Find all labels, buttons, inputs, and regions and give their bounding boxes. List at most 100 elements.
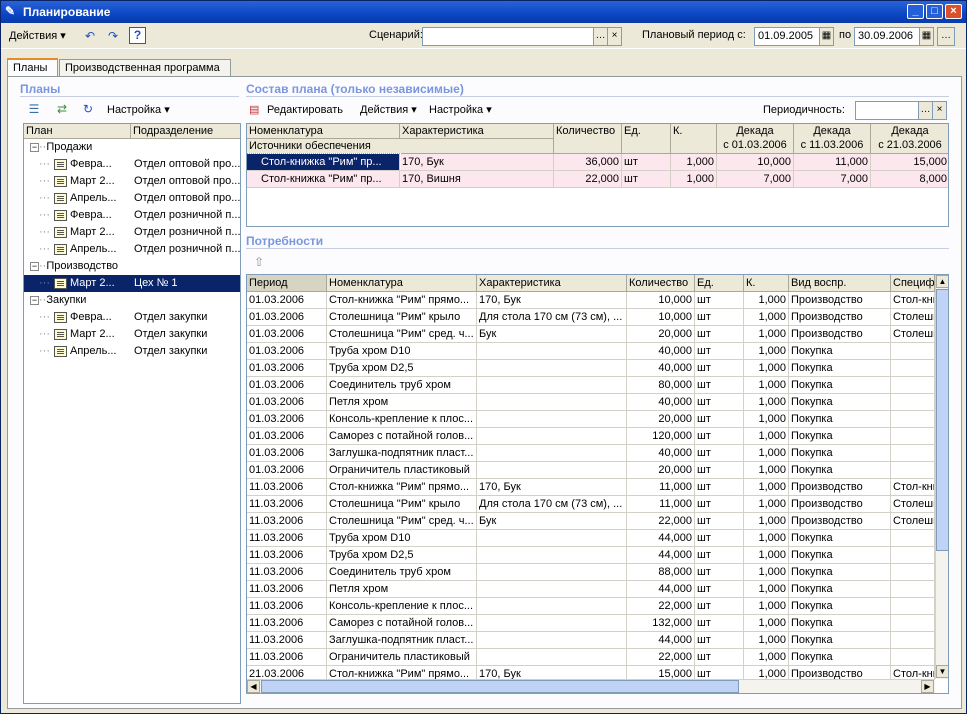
tree-group[interactable]: − ··Закупки: [24, 292, 240, 309]
needs-row[interactable]: 01.03.2006 Ограничитель пластиковый 20,000…: [247, 462, 935, 479]
composition-actions-menu[interactable]: Действия ▾: [357, 101, 420, 119]
refresh-icon[interactable]: ↻: [78, 99, 98, 119]
scroll-left-icon[interactable]: ◀: [247, 680, 260, 693]
needs-col-header[interactable]: Характеристика: [477, 275, 627, 292]
add-icon[interactable]: ☰: [24, 99, 44, 119]
needs-col-header[interactable]: Ед.: [695, 275, 744, 292]
col-k-header[interactable]: К.: [671, 124, 717, 154]
needs-horizontal-scrollbar[interactable]: ◀ ▶: [247, 679, 935, 693]
needs-row[interactable]: 11.03.2006 Столешница "Рим" крыло Для стол…: [247, 496, 935, 513]
period-to-input[interactable]: 30.09.2006: [854, 27, 920, 46]
col-decade-3-header[interactable]: Декада с 21.03.2006: [871, 124, 948, 154]
period-from-input[interactable]: 01.09.2005: [754, 27, 820, 46]
calendar-icon[interactable]: ▦: [919, 27, 934, 46]
needs-col-header[interactable]: Вид воспр.: [789, 275, 891, 292]
needs-row[interactable]: 11.03.2006 Заглушка-подпятник пласт... 44,…: [247, 632, 935, 649]
tab-production-program[interactable]: Производственная программа: [59, 59, 231, 76]
col-nomenclature-header[interactable]: Номенклатура: [247, 124, 400, 139]
close-button[interactable]: ×: [945, 4, 962, 19]
needs-col-header[interactable]: Специф: [891, 275, 935, 292]
tree-group[interactable]: − ··Производство: [24, 258, 240, 275]
actions-menu[interactable]: Действия ▾: [6, 27, 69, 45]
tree-connector: ···: [39, 226, 50, 238]
undo-icon[interactable]: ↶: [80, 26, 100, 46]
needs-row[interactable]: 01.03.2006 Столешница "Рим" сред. ч... Бук…: [247, 326, 935, 343]
minimize-button[interactable]: _: [907, 4, 924, 19]
tree-item[interactable]: ··· Февра... Отдел закупки: [24, 309, 240, 326]
col-sources-header[interactable]: Источники обеспечения: [247, 139, 554, 154]
scroll-down-icon[interactable]: ▼: [936, 665, 948, 678]
hscroll-thumb[interactable]: [261, 680, 739, 693]
needs-row[interactable]: 01.03.2006 Соединитель труб хром 80,000 шт 1…: [247, 377, 935, 394]
tree-item[interactable]: ··· Февра... Отдел розничной п...: [24, 207, 240, 224]
tree-item[interactable]: ··· Февра... Отдел оптовой про...: [24, 156, 240, 173]
needs-row[interactable]: 01.03.2006 Саморез с потайной голов... 120…: [247, 428, 935, 445]
edit-button[interactable]: ▤ Редактировать: [249, 101, 346, 119]
needs-row[interactable]: 11.03.2006 Столешница "Рим" сред. ч... Бук…: [247, 513, 935, 530]
composition-row[interactable]: Стол-книжка "Рим" пр... 170, Бук 36,000 шт 1…: [247, 153, 948, 172]
needs-col-header[interactable]: Номенклатура: [327, 275, 477, 292]
periodicity-input[interactable]: [855, 101, 919, 120]
col-dept-header[interactable]: Подразделение: [131, 124, 240, 139]
needs-row[interactable]: 11.03.2006 Петля хром 44,000 шт 1,000 Покупка: [247, 581, 935, 598]
needs-row[interactable]: 11.03.2006 Стол-книжка "Рим" прямо... 170,…: [247, 479, 935, 496]
composition-row[interactable]: Стол-книжка "Рим" пр... 170, Вишня 22,000 ш…: [247, 171, 948, 188]
period-select-button[interactable]: …: [937, 27, 955, 46]
composition-settings-menu[interactable]: Настройка ▾: [426, 101, 495, 119]
composition-table[interactable]: Номенклатура Источники обеспечения Харак…: [246, 123, 949, 227]
collapse-icon[interactable]: −: [30, 295, 39, 305]
filter-icon[interactable]: ⇧: [249, 252, 269, 272]
needs-row[interactable]: 01.03.2006 Труба хром D2,5 40,000 шт 1,000 По…: [247, 360, 935, 377]
needs-row[interactable]: 11.03.2006 Консоль-крепление к плос... 22,…: [247, 598, 935, 615]
col-decade-1-header[interactable]: Декада с 01.03.2006: [717, 124, 794, 154]
calendar-icon[interactable]: ▦: [819, 27, 834, 46]
needs-row[interactable]: 01.03.2006 Петля хром 40,000 шт 1,000 Покупка: [247, 394, 935, 411]
plans-settings-menu[interactable]: Настройка ▾: [104, 101, 173, 119]
plans-tree[interactable]: План Подразделение − ··Продажи ··· Февра...…: [23, 123, 241, 704]
tree-item[interactable]: ··· Апрель... Отдел оптовой про...: [24, 190, 240, 207]
tree-item[interactable]: ··· Март 2... Цех № 1: [24, 275, 240, 292]
tree-item[interactable]: ··· Март 2... Отдел розничной п...: [24, 224, 240, 241]
scroll-up-icon[interactable]: ▲: [936, 275, 948, 288]
needs-row[interactable]: 11.03.2006 Соединитель труб хром 88,000 шт 1…: [247, 564, 935, 581]
periodicity-clear-button[interactable]: ×: [932, 101, 947, 120]
scenario-clear-button[interactable]: ×: [607, 27, 622, 46]
help-button[interactable]: ?: [129, 27, 146, 44]
scenario-select-button[interactable]: …: [593, 27, 608, 46]
needs-table[interactable]: Период Номенклатура Характеристика Количест…: [246, 274, 949, 694]
col-quantity-header[interactable]: Количество: [554, 124, 622, 154]
needs-col-header[interactable]: К.: [744, 275, 789, 292]
needs-col-header[interactable]: Период: [247, 275, 327, 292]
needs-row[interactable]: 11.03.2006 Ограничитель пластиковый 22,000…: [247, 649, 935, 666]
redo-icon[interactable]: ↷: [103, 26, 123, 46]
title-bar[interactable]: ✎ Планирование _ □ ×: [1, 1, 966, 23]
collapse-icon[interactable]: −: [30, 261, 39, 271]
needs-row[interactable]: 01.03.2006 Труба хром D10 40,000 шт 1,000 Пок…: [247, 343, 935, 360]
tree-group[interactable]: − ··Продажи: [24, 139, 240, 156]
needs-col-header[interactable]: Количество: [627, 275, 695, 292]
collapse-icon[interactable]: −: [30, 142, 39, 152]
needs-row[interactable]: 01.03.2006 Консоль-крепление к плос... 20,…: [247, 411, 935, 428]
needs-row[interactable]: 01.03.2006 Стол-книжка "Рим" прямо... 170,…: [247, 292, 935, 309]
scenario-input[interactable]: [422, 27, 594, 46]
needs-row[interactable]: 11.03.2006 Труба хром D10 44,000 шт 1,000 Пок…: [247, 530, 935, 547]
col-unit-header[interactable]: Ед.: [622, 124, 671, 154]
needs-vertical-scrollbar[interactable]: ▲ ▼: [935, 275, 948, 679]
tab-plans[interactable]: Планы: [7, 58, 58, 77]
needs-row[interactable]: 01.03.2006 Заглушка-подпятник пласт... 40,…: [247, 445, 935, 462]
periodicity-select-button[interactable]: …: [918, 101, 933, 120]
tree-item[interactable]: ··· Апрель... Отдел розничной п...: [24, 241, 240, 258]
maximize-button[interactable]: □: [926, 4, 943, 19]
scroll-right-icon[interactable]: ▶: [921, 680, 934, 693]
tree-item[interactable]: ··· Март 2... Отдел оптовой про...: [24, 173, 240, 190]
tree-item[interactable]: ··· Апрель... Отдел закупки: [24, 343, 240, 360]
needs-row[interactable]: 11.03.2006 Саморез с потайной голов... 132…: [247, 615, 935, 632]
col-decade-2-header[interactable]: Декада с 11.03.2006: [794, 124, 871, 154]
col-plan-header[interactable]: План: [24, 124, 131, 139]
scroll-thumb[interactable]: [936, 289, 948, 551]
needs-row[interactable]: 11.03.2006 Труба хром D2,5 44,000 шт 1,000 По…: [247, 547, 935, 564]
move-icon[interactable]: ⇄: [52, 99, 72, 119]
tree-item[interactable]: ··· Март 2... Отдел закупки: [24, 326, 240, 343]
col-characteristic-header[interactable]: Характеристика: [400, 124, 554, 139]
needs-row[interactable]: 01.03.2006 Столешница "Рим" крыло Для стол…: [247, 309, 935, 326]
